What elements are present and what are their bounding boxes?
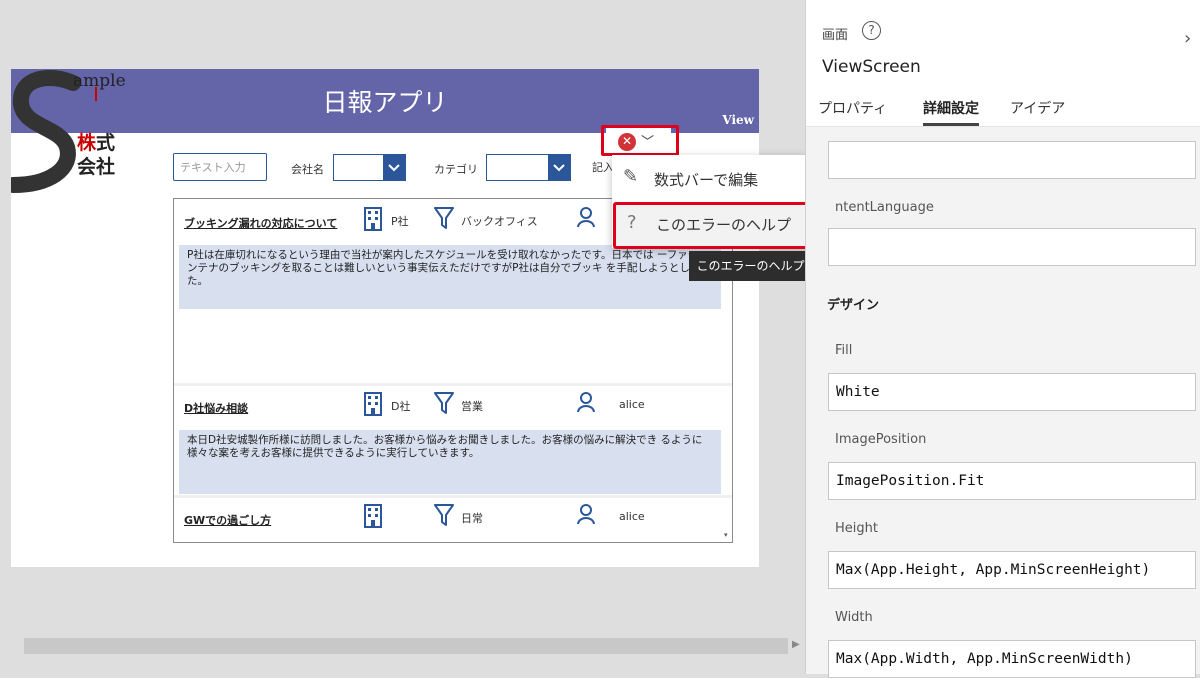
- height-input[interactable]: Max(App.Height, App.MinScreenHeight): [828, 551, 1196, 589]
- chevron-down-icon[interactable]: [383, 155, 405, 180]
- chevron-down-icon[interactable]: [548, 155, 570, 180]
- error-indicator-highlight: [601, 125, 679, 156]
- logo-text-kabushiki: 株式: [77, 131, 115, 155]
- search-input[interactable]: テキスト入力: [173, 153, 267, 181]
- filter-icon: [434, 504, 454, 526]
- tab-advanced[interactable]: 詳細設定: [923, 98, 979, 118]
- building-icon: [364, 207, 382, 231]
- company-filter-label: 会社名: [291, 163, 324, 176]
- filter-icon: [434, 207, 454, 229]
- height-label: Height: [835, 521, 878, 536]
- canvas-horizontal-scrollbar[interactable]: [24, 638, 788, 654]
- item-company: D社: [391, 400, 411, 413]
- report-gallery[interactable]: ブッキング漏れの対応について P社 バックオフィス P社は在庫切れになるという理…: [173, 198, 733, 543]
- category-filter-label: カテゴリ: [434, 163, 478, 176]
- chevron-right-icon[interactable]: ›: [1184, 28, 1191, 49]
- help-icon[interactable]: ?: [862, 21, 881, 40]
- item-category: バックオフィス: [461, 215, 538, 228]
- item-company: P社: [391, 215, 409, 228]
- item-user: alice: [619, 510, 645, 523]
- tooltip: このエラーのヘルプ: [689, 251, 812, 281]
- design-heading: デザイン: [827, 298, 880, 313]
- fill-input[interactable]: White: [828, 373, 1196, 411]
- item-separator: [174, 495, 732, 498]
- item-title[interactable]: ブッキング漏れの対応について: [184, 215, 337, 231]
- logo-char-kabu: 株: [77, 132, 97, 154]
- tab-ideas[interactable]: アイデア: [1010, 98, 1065, 118]
- properties-panel: 画面 ? › ViewScreen プロパティ 詳細設定 アイデア ntentL…: [805, 0, 1200, 678]
- view-label: View: [722, 113, 754, 127]
- image-position-input[interactable]: ImagePosition.Fit: [828, 462, 1196, 500]
- item-title[interactable]: GWでの過ごし方: [184, 512, 271, 528]
- item-category: 営業: [461, 400, 483, 413]
- image-position-label: ImagePosition: [835, 432, 927, 447]
- building-icon: [364, 392, 382, 416]
- tab-properties[interactable]: プロパティ: [818, 98, 887, 118]
- width-input[interactable]: Max(App.Width, App.MinScreenWidth): [828, 640, 1196, 678]
- item-title[interactable]: D社悩み相談: [184, 400, 248, 416]
- scroll-right-arrow-icon[interactable]: ▶: [792, 639, 800, 650]
- company-filter-dropdown[interactable]: [333, 154, 406, 181]
- fill-label: Fill: [835, 343, 853, 358]
- building-icon: [364, 504, 382, 528]
- panel-kind-label: 画面: [822, 28, 849, 43]
- content-language-label: ntentLanguage: [835, 200, 934, 215]
- menu-item-label[interactable]: 数式バーで編集: [654, 169, 758, 190]
- canvas-bottom-strip: [0, 662, 805, 674]
- person-icon: [577, 207, 595, 228]
- width-label: Width: [835, 610, 873, 625]
- logo-text-sample: ample: [73, 71, 126, 91]
- item-body: 本日D社安城製作所様に訪問しました。お客様から悩みをお聞きしました。お客様の悩み…: [179, 430, 721, 494]
- item-user: alice: [619, 398, 645, 411]
- screen-name: ViewScreen: [822, 57, 921, 77]
- person-icon: [577, 392, 595, 413]
- panel-scroll-area: ntentLanguage デザイン Fill White ImagePosit…: [806, 127, 1200, 678]
- person-icon: [577, 504, 595, 525]
- content-language-input[interactable]: [828, 228, 1196, 266]
- item-category: 日常: [461, 512, 483, 525]
- filter-icon: [434, 392, 454, 414]
- logo-char-shiki: 式: [96, 132, 116, 154]
- writer-filter-label: 記入: [592, 161, 614, 174]
- pencil-icon: ✎: [623, 166, 639, 187]
- item-separator: [174, 383, 732, 386]
- property-input-top[interactable]: [828, 141, 1196, 179]
- item-body: P社は在庫切れになるという理由で当社が案内したスケジュールを受け取れなかったです…: [179, 245, 721, 309]
- company-logo: ample 株式 会社: [11, 69, 136, 193]
- logo-text-kaisha: 会社: [77, 156, 116, 178]
- scroll-down-arrow-icon[interactable]: ▾: [724, 531, 728, 539]
- category-filter-dropdown[interactable]: [486, 154, 571, 181]
